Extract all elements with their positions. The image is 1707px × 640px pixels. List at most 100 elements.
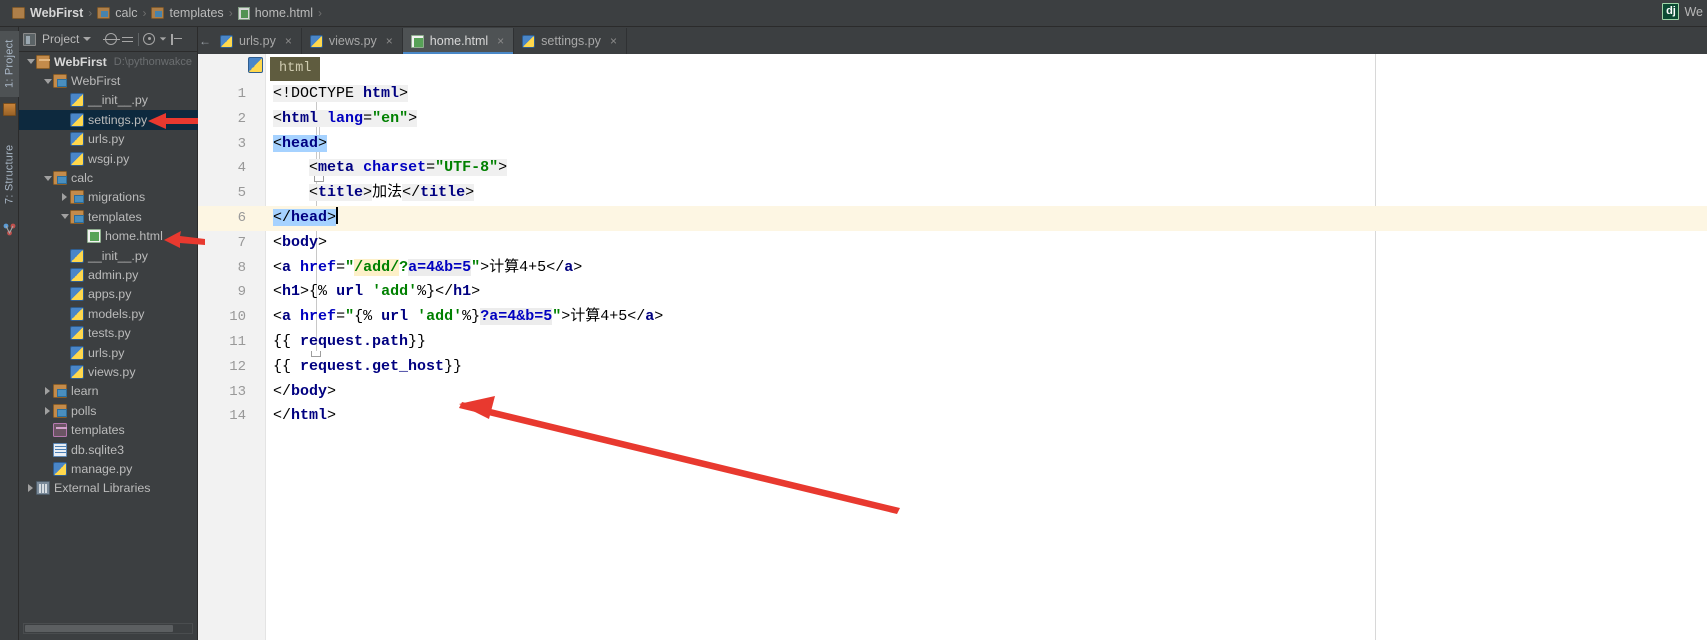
close-icon[interactable]: ×	[285, 34, 292, 48]
code-line[interactable]: 14 </html>	[229, 404, 1707, 429]
breadcrumb-navbar: WebFirst › calc › templates › home.html …	[0, 0, 1707, 27]
locate-icon[interactable]	[103, 33, 121, 45]
python-file-icon	[309, 34, 323, 48]
code-line[interactable]: 10 <a href="{% url 'add'%}?a=4&b=5">计算4+5…	[229, 305, 1707, 330]
code-line[interactable]: 9 <h1>{% url 'add'%}</h1>	[238, 280, 1707, 305]
breadcrumb-item-webfirst[interactable]: WebFirst	[8, 2, 87, 24]
tree-item-label: templates	[88, 209, 142, 224]
breadcrumb-separator: ›	[318, 6, 323, 20]
expand-collapse-icon[interactable]	[121, 33, 134, 46]
chevron-down-icon[interactable]	[42, 72, 53, 91]
project-view-icon[interactable]	[23, 32, 36, 46]
tree-item-label: __init__.py	[88, 248, 148, 263]
tree-item-urls-py[interactable]: urls.py	[19, 130, 198, 149]
tree-item-views-py[interactable]: views.py	[19, 362, 198, 381]
code-line[interactable]: 1 <!DOCTYPE html>	[238, 82, 1707, 107]
python-file-icon	[70, 151, 84, 166]
code-line[interactable]: 3 <head>	[238, 132, 1707, 157]
chevron-right-icon[interactable]	[42, 401, 53, 420]
close-icon[interactable]: ×	[386, 34, 393, 48]
tree-item-admin-py[interactable]: admin.py	[19, 265, 198, 284]
tab-scroll-left-icon[interactable]: ←	[198, 27, 212, 54]
close-icon[interactable]: ×	[497, 34, 504, 48]
editor-tab-home-html[interactable]: home.html ×	[402, 28, 515, 54]
project-tree[interactable]: WebFirst D:\pythonwakce WebFirst __init__.p…	[19, 52, 198, 618]
scrollbar-thumb[interactable]	[25, 625, 173, 632]
tree-item-label: learn	[71, 384, 99, 399]
tree-item-home-html[interactable]: home.html	[19, 227, 198, 246]
tree-item-apps-py[interactable]: apps.py	[19, 285, 198, 304]
python-file-icon	[70, 326, 84, 341]
editor-breadcrumb-bar: html	[266, 54, 1707, 82]
python-file-icon	[70, 248, 84, 263]
code-line[interactable]: 11{{ request.path}}	[229, 330, 1707, 355]
pycharm-window: WebFirst › calc › templates › home.html …	[0, 0, 1707, 640]
chevron-down-icon[interactable]	[42, 169, 53, 188]
run-config-label[interactable]: We	[1684, 5, 1703, 19]
editor-tab-settings-py[interactable]: settings.py ×	[514, 28, 627, 54]
settings-chevron-icon[interactable]	[160, 37, 167, 41]
tree-item-templates[interactable]: templates	[19, 207, 198, 226]
tree-item-label: home.html	[105, 229, 163, 244]
code-line[interactable]: 5 <title>加法</title>	[238, 181, 1707, 206]
code-line[interactable]: 2 <html lang="en">	[238, 107, 1707, 132]
line-number: 12	[229, 358, 246, 375]
breadcrumb-item-templates[interactable]: templates	[147, 2, 227, 24]
tree-item-label: calc	[71, 171, 94, 186]
tool-window-button-project[interactable]: 1: Project	[0, 31, 19, 97]
code-line[interactable]: 6 </head>	[238, 205, 1707, 231]
tree-item-label: settings.py	[88, 112, 148, 127]
tree-item-models-py[interactable]: models.py	[19, 304, 198, 323]
close-icon[interactable]: ×	[610, 34, 617, 48]
tree-item-migrations[interactable]: migrations	[19, 188, 198, 207]
chevron-down-icon[interactable]	[25, 52, 36, 71]
tree-item-webfirst[interactable]: WebFirst D:\pythonwakce	[19, 52, 198, 71]
code-line[interactable]: 8 <a href="/add/?a=4&b=5">计算4+5</a>	[238, 256, 1707, 281]
chevron-right-icon[interactable]	[42, 382, 53, 401]
html-file-icon	[410, 34, 424, 48]
tree-item-init-py[interactable]: __init__.py	[19, 91, 198, 110]
chevron-down-icon[interactable]	[59, 207, 70, 226]
project-panel-hscrollbar[interactable]	[23, 623, 193, 634]
tree-item-init-py[interactable]: __init__.py	[19, 246, 198, 265]
code-line[interactable]: 7 <body>	[238, 231, 1707, 256]
chevron-down-icon[interactable]	[83, 37, 92, 41]
code-content[interactable]: 1 <!DOCTYPE html> 2 <html lang="en"> 3 <head>…	[229, 82, 1707, 640]
chevron-right-icon[interactable]	[59, 188, 70, 207]
tree-item-tests-py[interactable]: tests.py	[19, 323, 198, 342]
django-run-config-icon[interactable]: dj	[1662, 3, 1680, 20]
code-editor[interactable]: html 1 <!DOCTYPE html> 2 <html lang="en"> 3 <…	[198, 54, 1707, 640]
tree-item-label: WebFirst	[54, 54, 107, 69]
module-folder-icon	[70, 209, 84, 224]
code-folding-column[interactable]	[254, 54, 324, 640]
html-file-icon	[237, 6, 250, 20]
editor-tab-views-py[interactable]: views.py ×	[301, 28, 403, 54]
tree-item-wsgi-py[interactable]: wsgi.py	[19, 149, 198, 168]
project-panel-title[interactable]: Project	[42, 32, 79, 46]
breadcrumb-item-home-html[interactable]: home.html	[234, 2, 317, 24]
tree-item-settings-py[interactable]: settings.py	[19, 110, 198, 130]
tree-item-urls-py[interactable]: urls.py	[19, 343, 198, 362]
breadcrumb-label: templates	[169, 6, 224, 20]
tree-item-learn[interactable]: learn	[19, 382, 198, 401]
code-line[interactable]: 13 </body>	[229, 380, 1707, 405]
tree-item-manage-py[interactable]: manage.py	[19, 459, 198, 478]
code-line[interactable]: 12{{ request.get_host}}	[229, 355, 1707, 380]
tree-item-external-libraries[interactable]: External Libraries	[19, 479, 198, 498]
breadcrumb-item-calc[interactable]: calc	[93, 2, 141, 24]
tree-item-calc[interactable]: calc	[19, 168, 198, 187]
tree-item-polls[interactable]: polls	[19, 401, 198, 420]
tree-item-templates[interactable]: templates	[19, 420, 198, 439]
chevron-right-icon[interactable]	[25, 479, 36, 498]
tree-item-path-note: D:\pythonwakce	[113, 55, 193, 68]
tree-item-db-sqlite3[interactable]: db.sqlite3	[19, 440, 198, 459]
editor-tab-urls-py[interactable]: urls.py ×	[212, 28, 302, 54]
breadcrumb-tag-html[interactable]: html	[270, 57, 321, 81]
tree-item-webfirst[interactable]: WebFirst	[19, 71, 198, 90]
code-line[interactable]: 4 <meta charset="UTF-8">	[238, 156, 1707, 181]
settings-gear-icon[interactable]	[143, 33, 156, 45]
hide-panel-icon[interactable]	[171, 33, 184, 46]
tool-window-button-structure[interactable]: 7: Structure	[0, 135, 19, 213]
